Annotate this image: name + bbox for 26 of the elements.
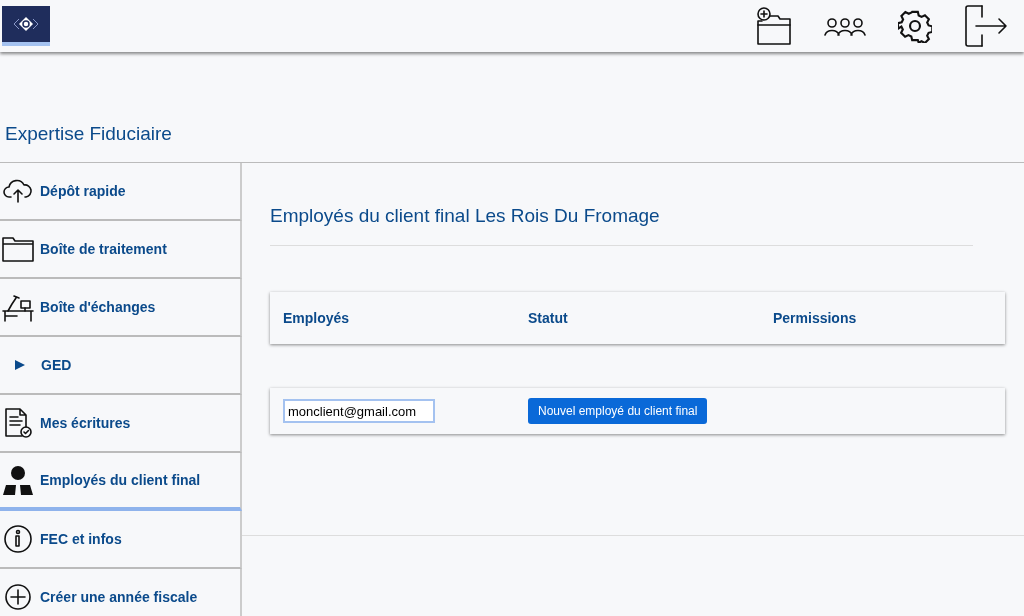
column-header: Employés (282, 310, 351, 326)
upload-cloud-icon (3, 178, 33, 204)
sidebar-item[interactable]: FEC et infos (0, 511, 242, 569)
add-circle-icon (4, 583, 32, 611)
folder-icon (2, 236, 34, 262)
add-folder-icon[interactable] (756, 6, 792, 46)
sidebar-item[interactable]: Boîte de traitement (0, 221, 242, 279)
column-header: Statut (527, 310, 569, 326)
sidebar-item[interactable]: Employés du client final (0, 453, 242, 511)
email-input[interactable]: monclient@gmail.com (283, 399, 435, 423)
new-employee-button[interactable]: Nouvel employé du client final (528, 398, 708, 424)
document-check-icon (4, 408, 32, 438)
triangle-icon (15, 360, 25, 370)
desk-lamp-icon (2, 292, 34, 322)
settings-icon[interactable] (898, 9, 932, 43)
logout-icon[interactable] (964, 5, 1008, 47)
sidebar-item[interactable]: GED (0, 337, 242, 395)
sidebar-item[interactable]: Dépôt rapide (0, 163, 242, 221)
column-header: Permissions (772, 310, 858, 326)
sidebar-item[interactable]: Mes écritures (0, 395, 242, 453)
sidebar-item[interactable]: Boîte d'échanges (0, 279, 242, 337)
app-title: Expertise Fiduciaire (5, 123, 173, 145)
page-title: Employés du client final Les Rois Du Fromage (270, 205, 661, 227)
info-icon (4, 525, 32, 553)
person-icon (2, 465, 34, 495)
app-logo[interactable] (2, 6, 50, 46)
